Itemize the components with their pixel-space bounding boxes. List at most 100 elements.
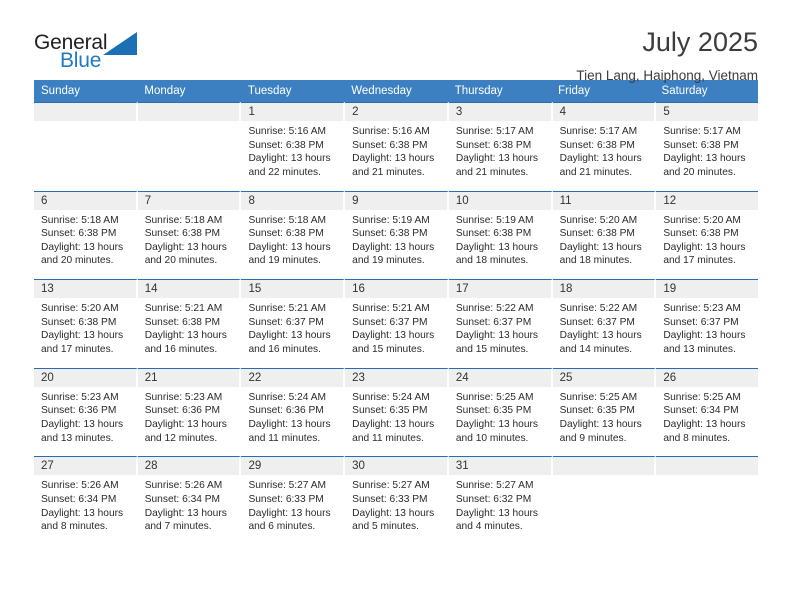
day-detail-line: and 12 minutes. bbox=[144, 432, 218, 444]
day-detail-line: Sunrise: 5:18 AM bbox=[41, 214, 119, 226]
day-detail-line: Daylight: 13 hours bbox=[663, 153, 746, 165]
day-cell-22[interactable]: 22 Sunrise: 5:24 AM Sunset: 6:36 PM Dayligh… bbox=[241, 367, 346, 457]
day-number: 4 bbox=[552, 103, 655, 121]
day-cell-12[interactable]: 12 Sunrise: 5:20 AM Sunset: 6:38 PM Dayligh… bbox=[656, 190, 759, 280]
day-number: 24 bbox=[448, 368, 551, 387]
day-detail-line: Sunrise: 5:20 AM bbox=[41, 303, 119, 315]
day-detail-line: Daylight: 13 hours bbox=[248, 153, 331, 165]
day-cell-10[interactable]: 10 Sunrise: 5:19 AM Sunset: 6:38 PM Dayligh… bbox=[448, 190, 553, 280]
page-header: General Blue July 2025 Tien Lang, Haipho… bbox=[34, 0, 758, 82]
day-cell-8[interactable]: 8 Sunrise: 5:18 AM Sunset: 6:38 PM Daylight… bbox=[241, 190, 346, 280]
day-detail-line: Sunset: 6:38 PM bbox=[455, 139, 532, 151]
day-cell-5[interactable]: 5 Sunrise: 5:17 AM Sunset: 6:38 PM Daylight… bbox=[656, 102, 759, 191]
day-details: Sunrise: 5:24 AM Sunset: 6:36 PM Daylight:… bbox=[241, 387, 343, 445]
day-number: 20 bbox=[34, 368, 136, 387]
day-cell-2[interactable]: 2 Sunrise: 5:16 AM Sunset: 6:38 PM Daylight… bbox=[345, 102, 449, 191]
day-number: 8 bbox=[241, 191, 344, 210]
day-cell-4[interactable]: 4 Sunrise: 5:17 AM Sunset: 6:38 PM Daylight… bbox=[552, 102, 657, 191]
day-detail-line: Sunrise: 5:17 AM bbox=[559, 126, 638, 137]
day-detail-line: Sunset: 6:32 PM bbox=[455, 493, 532, 505]
calendar-grid: Sunday Monday Tuesday Wednesday Thursday Frid… bbox=[34, 80, 759, 545]
day-cell-15[interactable]: 15 Sunrise: 5:21 AM Sunset: 6:37 PM Dayligh… bbox=[241, 279, 346, 368]
day-details: Sunrise: 5:22 AM Sunset: 6:37 PM Daylight:… bbox=[449, 298, 551, 356]
day-number: 10 bbox=[448, 191, 551, 210]
day-cell-empty bbox=[656, 456, 759, 545]
day-cell-9[interactable]: 9 Sunrise: 5:19 AM Sunset: 6:38 PM Daylight… bbox=[345, 190, 449, 280]
day-detail-line: Sunrise: 5:23 AM bbox=[41, 391, 119, 403]
day-detail-line: Sunrise: 5:16 AM bbox=[248, 126, 327, 137]
day-cell-30[interactable]: 30 Sunrise: 5:27 AM Sunset: 6:33 PM Dayligh… bbox=[345, 456, 449, 545]
day-cell-13[interactable]: 13 Sunrise: 5:20 AM Sunset: 6:38 PM Dayligh… bbox=[34, 279, 138, 368]
day-cell-27[interactable]: 27 Sunrise: 5:26 AM Sunset: 6:34 PM Dayligh… bbox=[34, 456, 138, 545]
day-cell-20[interactable]: 20 Sunrise: 5:23 AM Sunset: 6:36 PM Dayligh… bbox=[34, 367, 138, 457]
day-cell-31[interactable]: 31 Sunrise: 5:27 AM Sunset: 6:32 PM Dayligh… bbox=[448, 456, 553, 545]
day-detail-line: and 21 minutes. bbox=[559, 166, 633, 178]
day-detail-line: Daylight: 13 hours bbox=[455, 241, 538, 253]
day-detail-line: Sunrise: 5:19 AM bbox=[352, 214, 430, 226]
day-detail-line: Sunrise: 5:21 AM bbox=[352, 303, 430, 315]
day-cell-25[interactable]: 25 Sunrise: 5:25 AM Sunset: 6:35 PM Dayligh… bbox=[552, 367, 657, 457]
day-details: Sunrise: 5:17 AM Sunset: 6:38 PM Daylight:… bbox=[449, 121, 551, 179]
day-cell-19[interactable]: 19 Sunrise: 5:23 AM Sunset: 6:37 PM Dayligh… bbox=[656, 279, 759, 368]
day-detail-line: Daylight: 13 hours bbox=[352, 507, 435, 519]
day-detail-line: Sunset: 6:33 PM bbox=[352, 493, 428, 505]
day-details: Sunrise: 5:24 AM Sunset: 6:35 PM Daylight:… bbox=[345, 387, 447, 445]
day-cell-29[interactable]: 29 Sunrise: 5:27 AM Sunset: 6:33 PM Dayligh… bbox=[241, 456, 346, 545]
logo-text-blue: Blue bbox=[60, 49, 102, 72]
day-cell-6[interactable]: 6 Sunrise: 5:18 AM Sunset: 6:38 PM Daylight… bbox=[34, 190, 138, 280]
general-blue-logo[interactable]: General Blue bbox=[34, 28, 154, 76]
day-number: 18 bbox=[552, 280, 655, 299]
day-details: Sunrise: 5:23 AM Sunset: 6:36 PM Daylight:… bbox=[138, 387, 240, 445]
day-detail-line: Sunset: 6:38 PM bbox=[144, 228, 221, 240]
day-cell-21[interactable]: 21 Sunrise: 5:23 AM Sunset: 6:36 PM Dayligh… bbox=[137, 367, 242, 457]
day-detail-line: Sunset: 6:38 PM bbox=[352, 228, 428, 240]
day-details: Sunrise: 5:20 AM Sunset: 6:38 PM Daylight:… bbox=[34, 298, 136, 356]
day-detail-line: Daylight: 13 hours bbox=[41, 418, 124, 430]
day-number: 3 bbox=[448, 103, 551, 121]
day-number: 21 bbox=[137, 368, 240, 387]
day-detail-line: Sunset: 6:38 PM bbox=[248, 228, 324, 240]
day-detail-line: Daylight: 13 hours bbox=[248, 507, 331, 519]
day-detail-line: Daylight: 13 hours bbox=[41, 330, 124, 342]
day-detail-line: and 17 minutes. bbox=[41, 343, 114, 355]
day-cell-1[interactable]: 1 Sunrise: 5:16 AM Sunset: 6:38 PM Daylight… bbox=[241, 102, 346, 191]
day-cell-24[interactable]: 24 Sunrise: 5:25 AM Sunset: 6:35 PM Dayligh… bbox=[448, 367, 553, 457]
day-number: 27 bbox=[34, 457, 136, 476]
day-cell-14[interactable]: 14 Sunrise: 5:21 AM Sunset: 6:38 PM Dayligh… bbox=[137, 279, 242, 368]
day-cell-11[interactable]: 11 Sunrise: 5:20 AM Sunset: 6:38 PM Dayligh… bbox=[552, 190, 657, 280]
day-detail-line: Sunrise: 5:22 AM bbox=[559, 303, 638, 315]
day-number: 12 bbox=[656, 191, 759, 210]
day-detail-line: Sunset: 6:38 PM bbox=[559, 228, 635, 240]
day-detail-line: Sunrise: 5:16 AM bbox=[352, 126, 430, 137]
day-detail-line: and 21 minutes. bbox=[455, 166, 529, 178]
day-number: 15 bbox=[241, 280, 344, 299]
day-detail-line: Sunrise: 5:25 AM bbox=[455, 391, 534, 403]
day-detail-line: Sunset: 6:34 PM bbox=[144, 493, 221, 505]
day-detail-line: Sunrise: 5:25 AM bbox=[559, 391, 638, 403]
day-cell-17[interactable]: 17 Sunrise: 5:22 AM Sunset: 6:37 PM Dayligh… bbox=[448, 279, 553, 368]
day-detail-line: Daylight: 13 hours bbox=[248, 418, 331, 430]
day-details: Sunrise: 5:22 AM Sunset: 6:37 PM Daylight:… bbox=[553, 298, 655, 356]
day-detail-line: and 18 minutes. bbox=[559, 255, 633, 267]
day-cell-3[interactable]: 3 Sunrise: 5:17 AM Sunset: 6:38 PM Daylight… bbox=[448, 102, 553, 191]
day-cell-18[interactable]: 18 Sunrise: 5:22 AM Sunset: 6:37 PM Dayligh… bbox=[552, 279, 657, 368]
day-cell-7[interactable]: 7 Sunrise: 5:18 AM Sunset: 6:38 PM Daylight… bbox=[137, 190, 242, 280]
weekday-header-monday: Monday bbox=[144, 85, 186, 97]
day-detail-line: and 19 minutes. bbox=[352, 255, 425, 267]
day-detail-line: and 20 minutes. bbox=[663, 166, 736, 178]
day-detail-line: Sunset: 6:37 PM bbox=[559, 316, 635, 328]
day-details bbox=[656, 475, 758, 479]
day-detail-line: Daylight: 13 hours bbox=[144, 241, 227, 253]
day-cell-23[interactable]: 23 Sunrise: 5:24 AM Sunset: 6:35 PM Dayligh… bbox=[345, 367, 449, 457]
day-detail-line: Sunset: 6:37 PM bbox=[248, 316, 324, 328]
day-detail-line: Sunrise: 5:20 AM bbox=[559, 214, 638, 226]
day-detail-line: and 4 minutes. bbox=[455, 521, 523, 533]
day-cell-26[interactable]: 26 Sunrise: 5:25 AM Sunset: 6:34 PM Dayligh… bbox=[656, 367, 759, 457]
day-details: Sunrise: 5:21 AM Sunset: 6:37 PM Daylight:… bbox=[345, 298, 447, 356]
day-detail-line: Daylight: 13 hours bbox=[455, 153, 538, 165]
day-cell-16[interactable]: 16 Sunrise: 5:21 AM Sunset: 6:37 PM Dayligh… bbox=[345, 279, 449, 368]
day-detail-line: Daylight: 13 hours bbox=[41, 241, 124, 253]
day-detail-line: Sunrise: 5:20 AM bbox=[663, 214, 741, 226]
weekday-header-wednesday: Wednesday bbox=[351, 85, 412, 97]
day-cell-28[interactable]: 28 Sunrise: 5:26 AM Sunset: 6:34 PM Dayligh… bbox=[137, 456, 242, 545]
